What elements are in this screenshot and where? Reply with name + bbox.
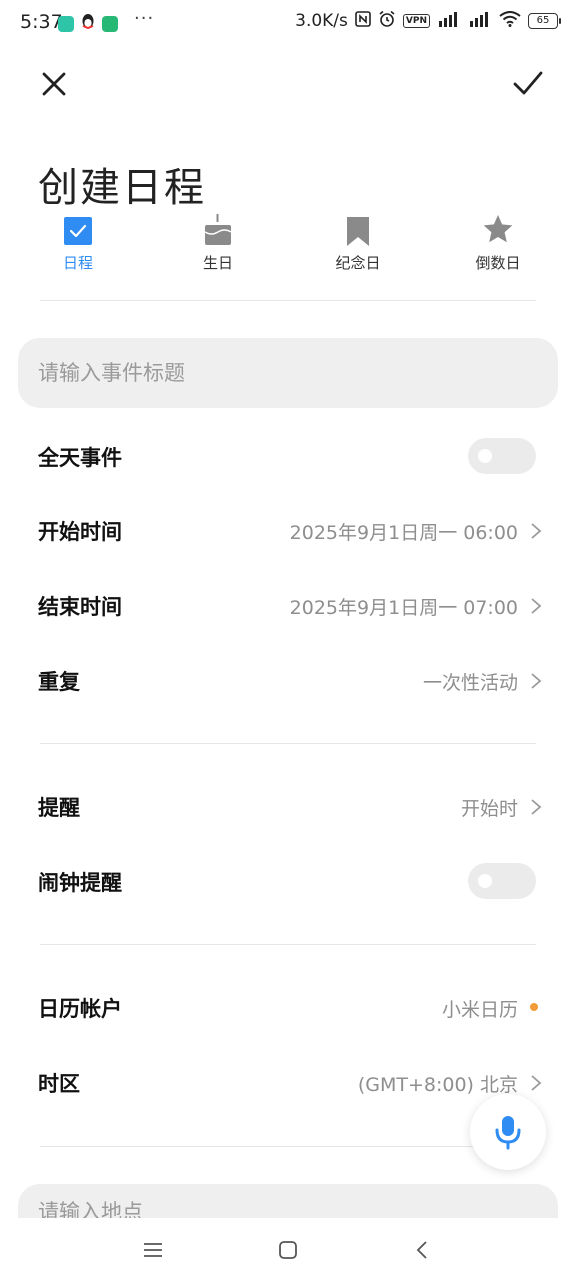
microphone-icon (495, 1116, 521, 1150)
timezone-label: 时区 (38, 1072, 80, 1096)
account-color-dot (530, 1003, 538, 1011)
bookmark-icon (347, 217, 369, 246)
chevron-right-icon (531, 598, 542, 614)
more-notifications-icon: ··· (134, 8, 155, 29)
signal-icon (437, 11, 461, 31)
alarm-icon (378, 10, 396, 32)
calendar-account-label: 日历帐户 (38, 997, 122, 1021)
repeat-row[interactable]: 重复 一次性活动 (0, 650, 576, 710)
vpn-icon: VPN (402, 14, 430, 28)
start-time-label: 开始时间 (38, 520, 122, 544)
all-day-row: 全天事件 (0, 426, 576, 486)
checkbox-icon (64, 217, 92, 245)
toggle-knob (478, 449, 492, 463)
net-speed: 3.0K/s (295, 11, 348, 31)
chevron-right-icon (531, 523, 542, 539)
check-icon (513, 71, 543, 95)
repeat-value: 一次性活动 (422, 672, 518, 694)
page-title: 创建日程 (38, 164, 206, 211)
end-time-value: 2025年9月1日周一 07:00 (289, 597, 518, 619)
timezone-value: (GMT+8:00) 北京 (357, 1074, 518, 1096)
star-icon (483, 215, 513, 243)
status-bar: 5:37 ··· 3.0K/s VPN 65 (0, 0, 576, 46)
nfc-icon (355, 11, 371, 31)
divider (40, 300, 536, 301)
app-notification-icon (102, 15, 118, 32)
close-icon (42, 72, 66, 96)
event-title-input[interactable] (18, 338, 558, 408)
end-time-label: 结束时间 (38, 595, 122, 619)
tab-label: 纪念日 (335, 254, 381, 272)
tab-label: 日程 (62, 254, 93, 272)
divider (40, 944, 536, 945)
menu-button[interactable] (139, 1236, 167, 1264)
tab-birthday[interactable]: 生日 (173, 212, 263, 276)
chevron-right-icon (531, 673, 542, 689)
save-button[interactable] (510, 66, 546, 102)
repeat-label: 重复 (38, 670, 80, 694)
reminder-label: 提醒 (38, 796, 80, 820)
all-day-toggle[interactable] (468, 438, 536, 474)
status-time: 5:37 (20, 11, 63, 33)
start-time-row[interactable]: 开始时间 2025年9月1日周一 06:00 (0, 500, 576, 560)
chevron-right-icon (531, 1075, 542, 1091)
tab-label: 生日 (202, 254, 233, 272)
system-navigation-bar (0, 1218, 576, 1280)
back-button[interactable] (409, 1236, 437, 1264)
alarm-reminder-toggle[interactable] (468, 863, 536, 899)
reminder-value: 开始时 (460, 798, 518, 820)
end-time-row[interactable]: 结束时间 2025年9月1日周一 07:00 (0, 575, 576, 635)
tab-schedule[interactable]: 日程 (33, 212, 123, 276)
divider (40, 743, 536, 744)
calendar-account-row[interactable]: 日历帐户 小米日历 (0, 977, 576, 1037)
home-icon (279, 1241, 297, 1259)
tab-label: 倒数日 (475, 254, 521, 272)
reminder-row[interactable]: 提醒 开始时 (0, 776, 576, 836)
tab-countdown[interactable]: 倒数日 (453, 212, 543, 276)
calendar-account-value: 小米日历 (441, 999, 518, 1021)
signal-icon (468, 11, 492, 31)
home-button[interactable] (274, 1236, 302, 1264)
app-notification-icon (58, 15, 74, 32)
all-day-label: 全天事件 (38, 446, 122, 470)
start-time-value: 2025年9月1日周一 06:00 (289, 522, 518, 544)
notification-icons (58, 13, 118, 34)
wifi-icon (499, 11, 521, 31)
event-type-tabs: 日程 生日 纪念日 倒数日 (0, 212, 576, 276)
chevron-right-icon (531, 799, 542, 815)
menu-icon (144, 1243, 162, 1257)
qq-icon (80, 13, 96, 34)
alarm-reminder-row: 闹钟提醒 (0, 851, 576, 911)
cake-icon (204, 214, 232, 245)
tab-anniversary[interactable]: 纪念日 (313, 212, 403, 276)
voice-input-button[interactable] (470, 1094, 546, 1170)
status-right: 3.0K/s VPN 65 (295, 10, 561, 32)
toggle-knob (478, 874, 492, 888)
battery-icon: 65 (528, 13, 561, 29)
close-button[interactable] (36, 66, 72, 102)
alarm-reminder-label: 闹钟提醒 (38, 871, 122, 895)
back-icon (416, 1241, 427, 1259)
divider (40, 1146, 536, 1147)
